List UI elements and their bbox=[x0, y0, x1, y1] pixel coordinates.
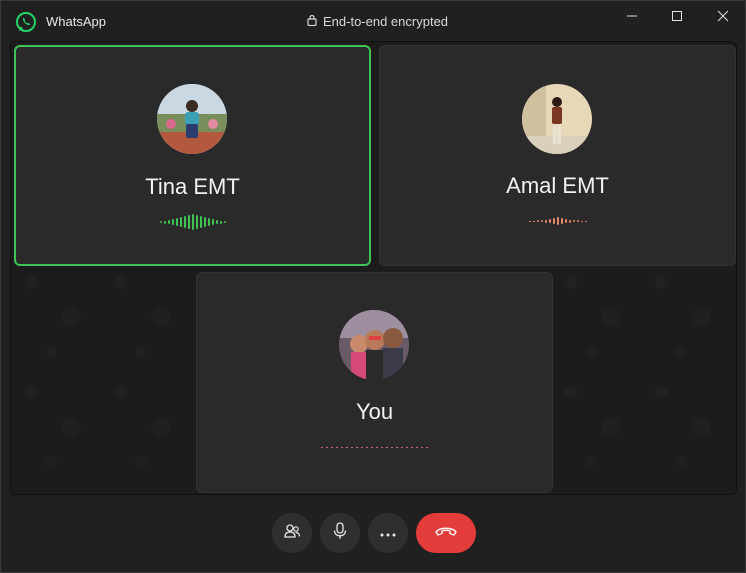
wave-bar bbox=[544, 219, 547, 223]
wave-bar bbox=[548, 219, 551, 223]
wave-bar bbox=[556, 217, 559, 225]
wave-bar bbox=[325, 446, 328, 448]
participant-name: Amal EMT bbox=[506, 173, 609, 198]
wave-bar bbox=[576, 220, 579, 222]
wave-bar bbox=[335, 446, 338, 448]
wave-bar bbox=[528, 220, 531, 222]
participant-name: You bbox=[355, 399, 394, 424]
close-button[interactable] bbox=[708, 7, 738, 29]
wave-bar bbox=[179, 217, 182, 227]
wave-bar bbox=[536, 220, 539, 222]
participants-button[interactable] bbox=[272, 513, 312, 553]
more-options-button[interactable] bbox=[368, 513, 408, 553]
wave-bar bbox=[385, 446, 388, 448]
wave-bar bbox=[370, 446, 373, 448]
wave-bar bbox=[425, 446, 428, 448]
wave-bar bbox=[203, 217, 206, 227]
avatar bbox=[339, 310, 409, 380]
wave-bar bbox=[215, 220, 218, 224]
wave-bar bbox=[360, 446, 363, 448]
wave-bar bbox=[187, 215, 190, 229]
lock-icon bbox=[307, 14, 317, 29]
wave-bar bbox=[167, 220, 170, 224]
microphone-button[interactable] bbox=[320, 513, 360, 553]
wave-bar bbox=[415, 446, 418, 448]
wave-bar bbox=[568, 219, 571, 223]
avatar bbox=[157, 84, 227, 154]
wave-bar bbox=[171, 219, 174, 225]
wave-bar bbox=[355, 446, 358, 448]
wave-bar bbox=[532, 220, 535, 222]
wave-bar bbox=[580, 220, 583, 222]
wave-bar bbox=[395, 446, 398, 448]
maximize-icon bbox=[671, 9, 683, 27]
minimize-icon bbox=[626, 9, 638, 27]
wave-bar bbox=[340, 446, 343, 448]
wave-bar bbox=[420, 446, 423, 448]
wave-bar bbox=[207, 218, 210, 226]
wave-bar bbox=[199, 216, 202, 228]
wave-bar bbox=[320, 446, 323, 448]
participant-name: Tina EMT bbox=[145, 174, 240, 199]
wave-bar bbox=[572, 220, 575, 222]
wave-bar bbox=[552, 218, 555, 224]
audio-wave-idle bbox=[528, 212, 587, 230]
wave-bar bbox=[564, 219, 567, 223]
whatsapp-call-window: WhatsApp End-to-end encrypted Tina EMT A… bbox=[0, 0, 746, 573]
maximize-button[interactable] bbox=[662, 7, 692, 29]
wave-bar bbox=[400, 446, 403, 448]
wave-bar bbox=[560, 218, 563, 224]
participant-tile-tina[interactable]: Tina EMT bbox=[14, 45, 371, 266]
wave-bar bbox=[223, 221, 226, 223]
wave-bar bbox=[375, 446, 378, 448]
wave-bar bbox=[191, 214, 194, 230]
more-icon bbox=[380, 524, 396, 542]
wave-bar bbox=[175, 218, 178, 226]
end-call-icon bbox=[434, 524, 458, 542]
wave-bar bbox=[163, 220, 166, 224]
end-call-button[interactable] bbox=[416, 513, 476, 553]
wave-bar bbox=[380, 446, 383, 448]
wave-bar bbox=[345, 446, 348, 448]
wave-bar bbox=[330, 446, 333, 448]
wave-bar bbox=[584, 220, 587, 222]
encryption-indicator: End-to-end encrypted bbox=[307, 14, 448, 29]
close-icon bbox=[717, 9, 729, 27]
wave-bar bbox=[410, 446, 413, 448]
wave-bar bbox=[183, 216, 186, 228]
wave-bar bbox=[405, 446, 408, 448]
microphone-icon bbox=[332, 521, 348, 545]
call-stage: Tina EMT Amal EMT You bbox=[10, 41, 737, 495]
wave-bar bbox=[219, 220, 222, 224]
wave-bar bbox=[159, 221, 162, 223]
participant-tile-amal[interactable]: Amal EMT bbox=[379, 45, 736, 266]
wave-bar bbox=[390, 446, 393, 448]
minimize-button[interactable] bbox=[617, 7, 647, 29]
title-bar: WhatsApp End-to-end encrypted bbox=[1, 1, 745, 41]
audio-wave-speaking bbox=[159, 213, 226, 231]
wave-bar bbox=[365, 446, 368, 448]
participants-icon bbox=[283, 522, 301, 545]
wave-bar bbox=[195, 215, 198, 229]
wave-bar bbox=[211, 219, 214, 225]
avatar bbox=[522, 84, 592, 154]
whatsapp-logo-icon bbox=[15, 11, 37, 33]
audio-wave-idle bbox=[320, 438, 429, 456]
participant-tile-you[interactable]: You bbox=[196, 272, 553, 493]
wave-bar bbox=[540, 220, 543, 222]
wave-bar bbox=[350, 446, 353, 448]
encryption-text: End-to-end encrypted bbox=[323, 14, 449, 29]
app-title: WhatsApp bbox=[46, 14, 106, 29]
